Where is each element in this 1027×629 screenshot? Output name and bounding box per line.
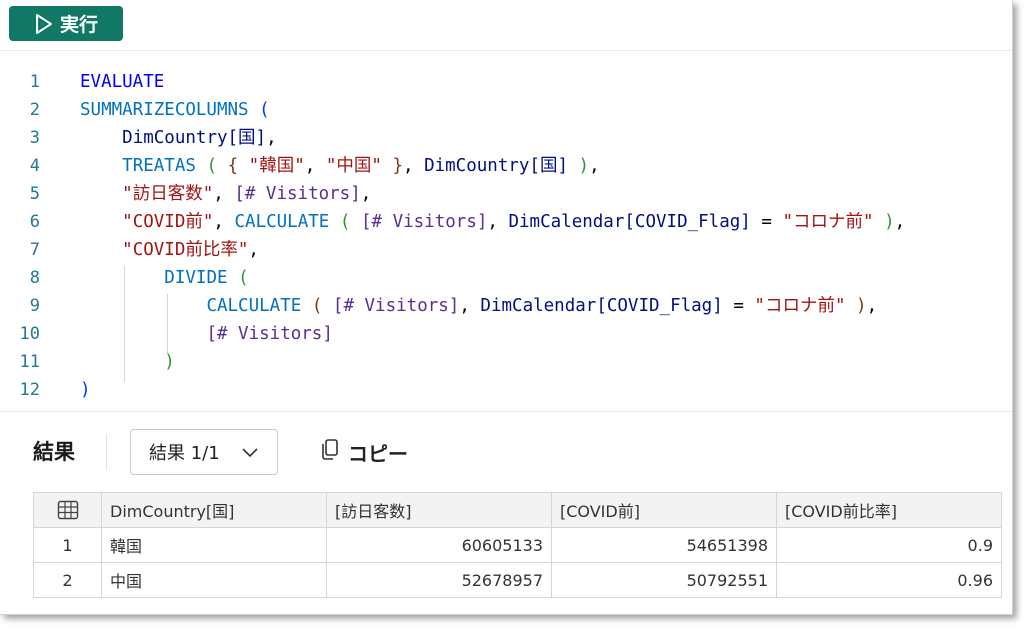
code-line: 8 DIVIDE ( xyxy=(0,264,1000,292)
column-header[interactable]: DimCountry[国] xyxy=(101,492,327,528)
code-line: 3 DimCountry[国], xyxy=(0,124,1000,152)
table-cell: 0.96 xyxy=(776,562,1002,598)
table-cell: 中国 xyxy=(101,562,327,598)
divider xyxy=(106,434,107,470)
chevron-down-icon xyxy=(241,443,259,466)
code-line: 2 SUMMARIZECOLUMNS ( xyxy=(0,96,1000,124)
result-set-selector[interactable]: 結果 1/1 xyxy=(130,429,278,475)
results-table: DimCountry[国] [訪日客数] [COVID前] [COVID前比率]… xyxy=(33,492,1002,598)
row-index: 2 xyxy=(33,562,102,598)
line-number: 6 xyxy=(29,212,40,232)
row-index: 1 xyxy=(33,527,102,563)
copy-button-label: コピー xyxy=(348,442,408,466)
line-number: 9 xyxy=(29,296,40,316)
column-header[interactable]: [COVID前] xyxy=(551,492,777,528)
code-line: 5 "訪日客数", [# Visitors], xyxy=(0,180,1000,208)
column-header[interactable]: [COVID前比率] xyxy=(776,492,1002,528)
table-row[interactable]: 1 韓国 60605133 54651398 0.9 xyxy=(33,527,1002,563)
code-line: 10 [# Visitors] xyxy=(0,320,1000,348)
code-line: 1 EVALUATE xyxy=(0,68,1000,96)
line-number: 10 xyxy=(19,324,40,344)
table-icon xyxy=(57,500,79,520)
table-cell: 韓国 xyxy=(101,527,327,563)
table-select-all[interactable] xyxy=(33,492,102,528)
table-cell: 60605133 xyxy=(326,527,552,563)
line-number: 3 xyxy=(29,128,40,148)
code-line: 7 "COVID前比率", xyxy=(0,236,1000,264)
line-number: 5 xyxy=(29,184,40,204)
table-row[interactable]: 2 中国 52678957 50792551 0.96 xyxy=(33,562,1002,598)
copy-button[interactable]: コピー xyxy=(320,438,408,467)
line-number: 11 xyxy=(19,352,40,372)
code-line: 4 TREATAS ( { "韓国", "中国" }, DimCountry[国… xyxy=(0,152,1000,180)
table-cell: 50792551 xyxy=(551,562,777,598)
code-editor[interactable]: 1 EVALUATE 2 SUMMARIZECOLUMNS ( 3 DimCou… xyxy=(0,66,1012,411)
table-cell: 0.9 xyxy=(776,527,1002,563)
run-button[interactable]: 実行 xyxy=(9,6,123,41)
code-line: 12 ) xyxy=(0,376,1000,404)
results-heading: 結果 xyxy=(33,440,75,464)
toolbar: 実行 xyxy=(0,0,1012,51)
line-number: 7 xyxy=(29,240,40,260)
line-number: 4 xyxy=(29,156,40,176)
play-icon xyxy=(34,13,54,35)
code-line: 9 CALCULATE ( [# Visitors], DimCalendar[… xyxy=(0,292,1000,320)
code-line: 11 ) xyxy=(0,348,1000,376)
divider xyxy=(0,411,1012,412)
run-button-label: 実行 xyxy=(59,14,98,36)
column-header[interactable]: [訪日客数] xyxy=(326,492,552,528)
copy-icon xyxy=(320,438,340,467)
line-number: 2 xyxy=(29,100,40,120)
line-number: 1 xyxy=(29,72,40,92)
table-header-row: DimCountry[国] [訪日客数] [COVID前] [COVID前比率] xyxy=(33,492,1002,528)
table-cell: 52678957 xyxy=(326,562,552,598)
dax-query-window: 実行 1 EVALUATE 2 SUMMARIZECOLUMNS ( 3 Dim… xyxy=(0,0,1013,615)
line-number: 12 xyxy=(19,380,40,400)
line-number: 8 xyxy=(29,268,40,288)
table-cell: 54651398 xyxy=(551,527,777,563)
result-set-selector-value: 結果 1/1 xyxy=(149,443,220,464)
code-line: 6 "COVID前", CALCULATE ( [# Visitors], Di… xyxy=(0,208,1000,236)
